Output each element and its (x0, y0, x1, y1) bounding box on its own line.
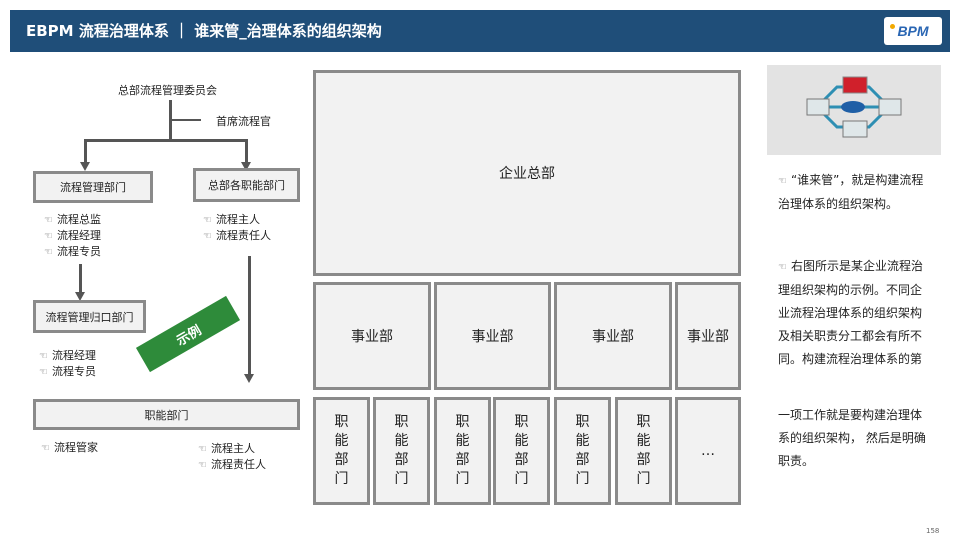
pointing-hand-icon: ☜ (198, 460, 207, 471)
list-item: ☜ 流程责任人 (203, 229, 271, 242)
node-process-dept-label: 流程管理部门 (60, 181, 126, 194)
block-business-unit: 事业部 (434, 282, 551, 390)
block-business-unit: 事业部 (554, 282, 672, 390)
block-business-unit: 事业部 (313, 282, 431, 390)
block-enterprise-hq-label: 企业总部 (499, 166, 555, 182)
block-func-dept: 职能部门 (493, 397, 550, 505)
node-func-dept-label: 职能部门 (144, 408, 189, 422)
list-item: ☜ 流程经理 (44, 229, 101, 242)
connector-branch (84, 139, 248, 142)
arrow-down-icon (80, 162, 90, 171)
process-dept-roles: ☜ 流程总监 ☜ 流程经理 ☜ 流程专员 (44, 212, 101, 260)
bpm-logo: BPM (884, 17, 942, 45)
list-item: ☜ 流程责任人 (198, 458, 266, 471)
list-item: ☜ 流程经理 (39, 349, 96, 362)
pointing-hand-icon: ☜ (203, 231, 212, 242)
pointing-hand-icon: ☜ (778, 262, 787, 273)
block-ellipsis: … (675, 397, 741, 505)
node-hq-func-dept: 总部各职能部门 (193, 168, 300, 202)
node-chief-officer: 首席流程官 (216, 115, 271, 128)
connector-interface (79, 264, 82, 294)
pointing-hand-icon: ☜ (39, 367, 48, 378)
connector-func (248, 256, 251, 376)
node-hq-func-dept-label: 总部各职能部门 (208, 179, 285, 192)
list-item: ☜ 流程主人 (198, 442, 255, 455)
logo-text: BPM (897, 23, 929, 39)
side-paragraph-2: ☜ 右图所示是某企业流程治理组织架构的示例。不同企业流程治理体系的组织架构及相关职… (778, 259, 923, 366)
pointing-hand-icon: ☜ (44, 215, 53, 226)
side-paragraph-1: ☜ “谁来管”，就是构建流程治理体系的组织架构。 (778, 173, 924, 211)
header-bar: EBPM 流程治理体系 ｜ 谁来管_治理体系的组织架构 (10, 10, 950, 52)
pointing-hand-icon: ☜ (203, 215, 212, 226)
connector-officer (169, 119, 201, 121)
pointing-hand-icon: ☜ (198, 444, 207, 455)
block-func-dept: 职能部门 (434, 397, 491, 505)
list-item: ☜ 流程专员 (44, 245, 101, 258)
block-func-dept: 职能部门 (615, 397, 672, 505)
example-badge: 示例 (135, 295, 241, 373)
block-func-dept: 职能部门 (554, 397, 611, 505)
node-hq-committee: 总部流程管理委员会 (118, 84, 217, 97)
block-func-dept: 职能部门 (313, 397, 370, 505)
node-process-dept: 流程管理部门 (33, 171, 153, 203)
list-item: ☜ 流程管家 (41, 441, 98, 454)
list-item: ☜ 流程总监 (44, 213, 101, 226)
pointing-hand-icon: ☜ (44, 247, 53, 258)
block-business-unit: 事业部 (675, 282, 741, 390)
block-enterprise-hq: 企业总部 (313, 70, 741, 276)
pointing-hand-icon: ☜ (778, 176, 787, 187)
side-paragraph-3: 一项工作就是要构建治理体系的组织架构， 然后是明确职责。 (778, 408, 926, 468)
pointing-hand-icon: ☜ (39, 351, 48, 362)
node-func-dept: 职能部门 (33, 399, 300, 430)
hq-func-roles: ☜ 流程主人 ☜ 流程责任人 (203, 212, 271, 244)
func-roles-left: ☜ 流程管家 (41, 440, 98, 456)
func-roles-right: ☜ 流程主人 ☜ 流程责任人 (198, 441, 266, 473)
pointing-hand-icon: ☜ (44, 231, 53, 242)
block-func-dept: 职能部门 (373, 397, 430, 505)
arrow-down-icon (244, 374, 254, 383)
list-item: ☜ 流程主人 (203, 213, 260, 226)
connector-right-drop (245, 139, 248, 163)
list-item: ☜ 流程专员 (39, 365, 96, 378)
network-diagram-icon (767, 65, 941, 155)
node-interface-dept: 流程管理归口部门 (33, 300, 146, 333)
page-title: EBPM 流程治理体系 ｜ 谁来管_治理体系的组织架构 (26, 22, 382, 40)
pointing-hand-icon: ☜ (41, 443, 50, 454)
page-number: 158 (926, 527, 940, 535)
node-interface-dept-label: 流程管理归口部门 (45, 310, 134, 324)
interface-roles: ☜ 流程经理 ☜ 流程专员 (39, 348, 96, 380)
connector-left-drop (84, 139, 87, 163)
